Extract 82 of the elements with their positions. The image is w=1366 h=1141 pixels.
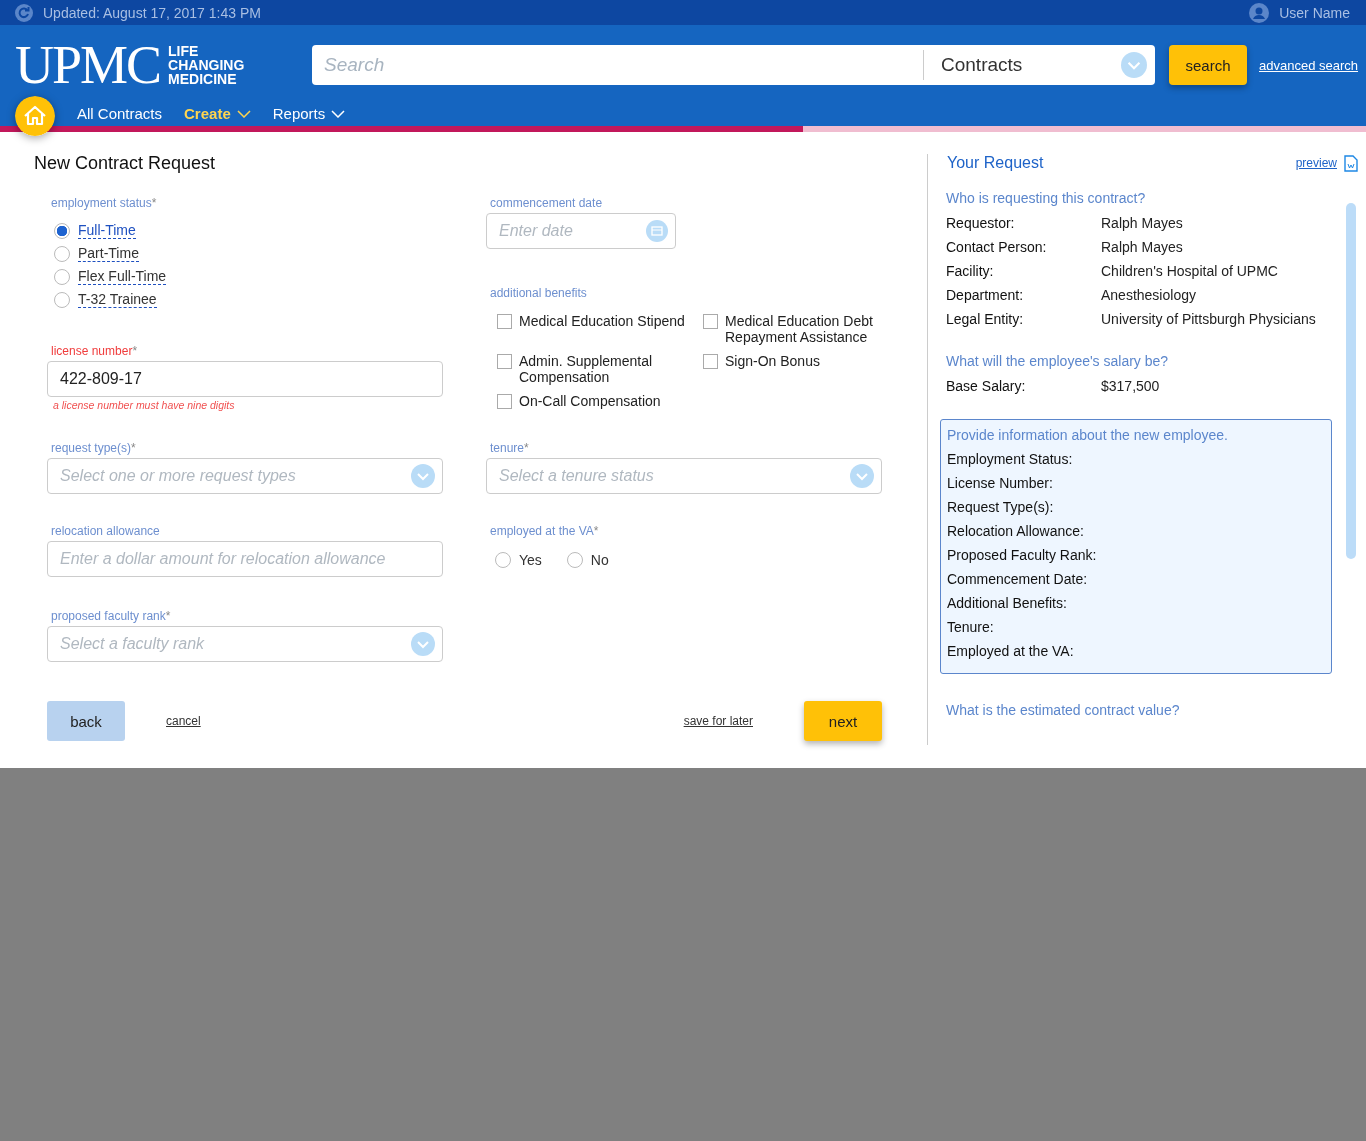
next-button[interactable]: next [804, 701, 882, 741]
checkbox-label[interactable]: On-Call Compensation [519, 393, 661, 409]
summary-label: Department: [946, 287, 1025, 305]
radio-label[interactable]: Yes [519, 552, 542, 568]
summary-label: Employment Status: [947, 451, 1074, 469]
chevron-down-icon[interactable] [236, 109, 251, 118]
checkbox[interactable] [703, 314, 718, 329]
preview-link[interactable]: preview [1295, 156, 1337, 170]
summary-label: Relocation Allowance: [947, 523, 1085, 541]
section-heading: Who is requesting this contract? [946, 190, 1147, 208]
checkbox[interactable] [497, 354, 512, 369]
field-label: employment status* [51, 196, 158, 212]
summary-value: Ralph Mayes [1101, 239, 1183, 257]
summary-label: Contact Person: [946, 239, 1048, 257]
section-heading: What is the estimated contract value? [946, 702, 1181, 720]
summary-label: Additional Benefits: [947, 595, 1068, 613]
nav-tab[interactable]: Reports [272, 105, 346, 122]
user-name[interactable]: User Name [1279, 4, 1350, 21]
logo-wordmark[interactable]: UPMC [15, 38, 161, 92]
summary-label: License Number: [947, 475, 1054, 493]
field-label: additional benefits [490, 286, 588, 302]
radio-button[interactable] [566, 552, 583, 568]
summary-value: Anesthesiology [1101, 287, 1196, 305]
summary-value: University of Pittsburgh Physicians [1101, 311, 1316, 329]
checkbox-label[interactable]: Medical Education Debt Repayment Assistance [725, 313, 883, 345]
document-icon[interactable] [1344, 154, 1358, 172]
field-label: proposed faculty rank* [51, 609, 172, 625]
radio-label[interactable]: No [590, 552, 609, 568]
search-field[interactable]: Search Contracts [312, 45, 1155, 85]
form-title: New Contract Request [34, 153, 217, 174]
refresh-icon[interactable] [15, 3, 33, 22]
sidebar-title: Your Request [947, 154, 1045, 172]
field-label: license number* [51, 344, 139, 360]
checkbox-label[interactable]: Sign-On Bonus [725, 353, 820, 369]
radio-button[interactable] [54, 245, 70, 262]
error-message: a license number must have nine digits [53, 399, 236, 411]
section-heading: Provide information about the new employee. [947, 427, 1229, 445]
radio-button[interactable] [54, 268, 70, 285]
summary-label: Request Type(s): [947, 499, 1055, 517]
summary-value: $317,500 [1101, 378, 1160, 396]
save-for-later-link[interactable]: save for later [683, 714, 753, 728]
advanced-search-link[interactable]: advanced search [1259, 57, 1358, 73]
checkbox[interactable] [497, 394, 512, 409]
checkbox-label[interactable]: Medical Education Stipend [519, 313, 685, 329]
calendar-icon[interactable] [646, 220, 668, 242]
back-button[interactable]: back [47, 701, 125, 741]
updated-timestamp: Updated: August 17, 2017 1:43 PM [43, 4, 261, 21]
field-label: employed at the VA* [490, 524, 600, 540]
radio-label[interactable]: Part-Time [78, 245, 139, 262]
field-label: request type(s)* [51, 441, 137, 457]
home-button[interactable] [15, 96, 55, 136]
radio-label[interactable]: Flex Full-Time [78, 268, 167, 285]
nav-tab[interactable]: Create [184, 105, 251, 122]
radio-label[interactable]: T-32 Trainee [78, 291, 157, 308]
summary-label: Proposed Faculty Rank: [947, 547, 1098, 565]
cancel-link[interactable]: cancel [166, 714, 201, 728]
summary-value: Ralph Mayes [1101, 215, 1183, 233]
checkbox[interactable] [703, 354, 718, 369]
summary-label: Employed at the VA: [947, 643, 1075, 661]
nav-tab[interactable]: All Contracts [77, 105, 163, 122]
license-number-field[interactable]: 422-809-17 [47, 361, 443, 397]
summary-label: Tenure: [947, 619, 995, 637]
radio-label[interactable]: Full-Time [78, 222, 136, 239]
summary-label: Requestor: [946, 215, 1016, 233]
summary-label: Legal Entity: [946, 311, 1025, 329]
search-button[interactable]: search [1169, 45, 1247, 85]
summary-label: Base Salary: [946, 378, 1027, 396]
checkbox-label[interactable]: Admin. Supplemental Compensation [519, 353, 703, 385]
field-label: relocation allowance [51, 524, 161, 540]
summary-label: Commencement Date: [947, 571, 1089, 589]
checkbox[interactable] [497, 314, 512, 329]
radio-button[interactable] [54, 222, 70, 239]
radio-button[interactable] [495, 552, 511, 568]
field-label: tenure* [490, 441, 530, 457]
field-label: commencement date [490, 196, 604, 212]
logo-tagline: LIFE CHANGING MEDICINE [168, 44, 245, 86]
section-heading: What will the employee's salary be? [946, 353, 1170, 371]
summary-value: Children's Hospital of UPMC [1101, 263, 1278, 281]
summary-label: Facility: [946, 263, 995, 281]
scrollbar[interactable] [1346, 203, 1356, 559]
radio-button[interactable] [54, 291, 70, 308]
user-avatar-icon[interactable] [1249, 2, 1270, 23]
